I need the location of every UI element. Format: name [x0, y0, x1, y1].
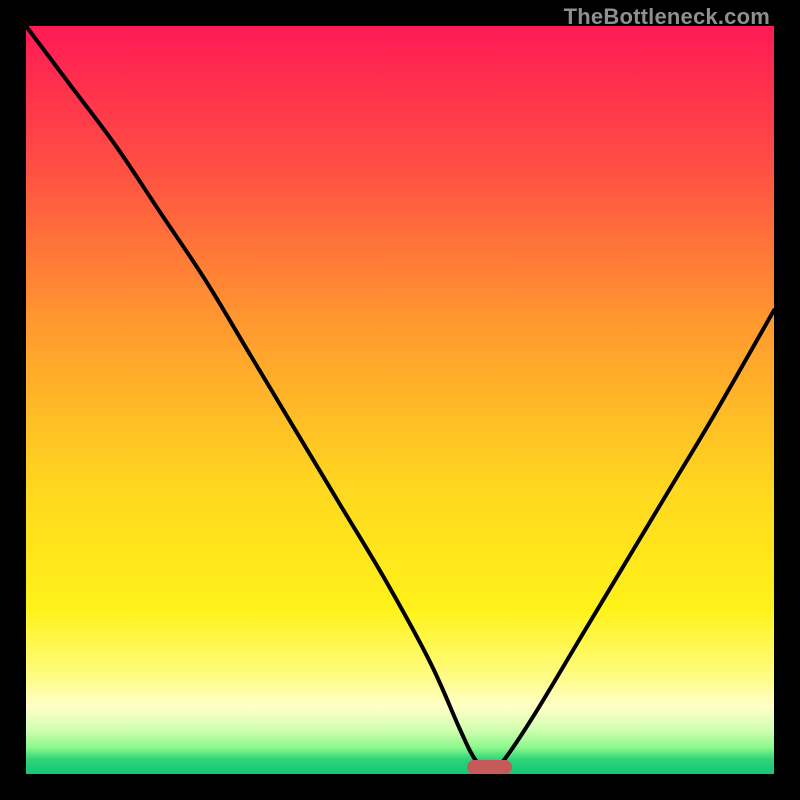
watermark-text: TheBottleneck.com — [564, 4, 770, 30]
bottleneck-curve — [26, 26, 774, 774]
plot-area — [26, 26, 774, 774]
optimal-range-marker — [467, 760, 512, 774]
chart-frame: TheBottleneck.com — [0, 0, 800, 800]
